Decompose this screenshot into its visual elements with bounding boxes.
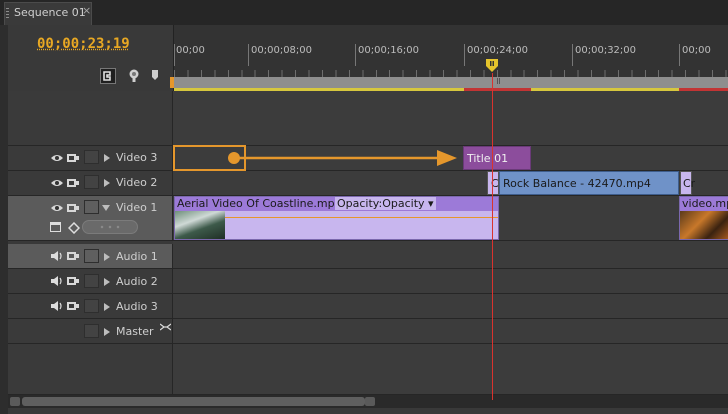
work-area-grip[interactable] — [497, 78, 500, 84]
expand-triangle-icon[interactable] — [104, 303, 110, 311]
track-name-audio-2: Audio 2 — [116, 275, 158, 288]
collapse-triangle-icon[interactable] — [102, 205, 110, 211]
eye-icon[interactable] — [50, 153, 64, 163]
clip-aerial-video[interactable]: Aerial Video Of Coastline.mp4 Opacity:Op… — [174, 196, 499, 240]
keyframe-navigator-dots — [98, 225, 122, 229]
scroll-handle-right[interactable] — [365, 397, 375, 406]
track-header-spacer — [8, 91, 173, 146]
track-lock-toggle[interactable] — [84, 324, 99, 338]
film-sync-icon[interactable] — [67, 301, 79, 311]
lane-audio-1[interactable] — [173, 244, 728, 269]
clip-transition-edge[interactable]: Cr — [680, 171, 696, 195]
ruler-tick — [572, 44, 573, 66]
film-sync-icon[interactable] — [67, 178, 79, 188]
scroll-handle-left[interactable] — [10, 397, 20, 406]
lane-audio-2[interactable] — [173, 269, 728, 294]
close-icon[interactable]: × — [82, 4, 91, 17]
expand-triangle-icon[interactable] — [104, 278, 110, 286]
speaker-icon[interactable] — [50, 275, 64, 287]
clip-title-01[interactable]: Title 01 — [463, 146, 531, 170]
track-lock-toggle[interactable] — [84, 299, 99, 313]
lane-master[interactable] — [173, 319, 728, 344]
expand-triangle-icon[interactable] — [104, 154, 110, 162]
snap-button[interactable] — [100, 68, 116, 84]
speaker-icon[interactable] — [50, 250, 64, 262]
ruler-label: 00;00 — [682, 45, 711, 56]
ruler-minor-ticks — [174, 70, 728, 77]
track-lock-toggle[interactable] — [84, 249, 99, 263]
track-lock-toggle[interactable] — [84, 175, 99, 189]
film-sync-icon[interactable] — [67, 203, 79, 213]
lane-audio-3[interactable] — [173, 294, 728, 319]
clip-label: Aerial Video Of Coastline.mp4 — [177, 197, 342, 210]
expand-triangle-icon[interactable] — [104, 328, 110, 336]
lane-empty — [173, 344, 728, 395]
track-header-empty — [8, 344, 173, 395]
ruler-tick — [355, 44, 356, 66]
ruler-tick — [174, 44, 175, 66]
track-name-audio-3: Audio 3 — [116, 300, 158, 313]
ruler-tick — [248, 44, 249, 66]
track-name-video-1: Video 1 — [116, 201, 158, 214]
clip-rock-balance[interactable]: Rock Balance - 42470.mp4 — [499, 171, 679, 195]
clip-transition-edge[interactable]: C — [487, 171, 499, 195]
film-sync-icon[interactable] — [67, 153, 79, 163]
work-area-bar[interactable] — [174, 77, 728, 88]
tab-grip-icon[interactable] — [6, 8, 9, 18]
eye-icon[interactable] — [50, 178, 64, 188]
film-sync-icon[interactable] — [67, 251, 79, 261]
snap-icon — [103, 71, 111, 81]
display-style-icon[interactable] — [50, 222, 61, 232]
playhead-handle-icon[interactable] — [485, 59, 499, 73]
marker-icon — [129, 69, 139, 82]
expand-triangle-icon[interactable] — [104, 253, 110, 261]
ruler-label: 00;00;08;00 — [251, 45, 313, 56]
keyframe-icon — [152, 70, 158, 80]
opacity-dropdown[interactable]: Opacity:Opacity ▾ — [335, 197, 436, 210]
ruler-tick — [464, 44, 465, 66]
speaker-icon[interactable] — [50, 300, 64, 312]
clip-label: Title 01 — [467, 152, 509, 165]
lane-spacer — [173, 91, 728, 146]
current-timecode[interactable]: 00;00;23;19 — [37, 36, 130, 52]
track-lock-toggle[interactable] — [84, 150, 99, 164]
tab-sequence-01[interactable]: Sequence 01 × — [4, 2, 92, 25]
tab-title: Sequence 01 — [14, 6, 86, 19]
panel-left-edge — [0, 25, 8, 414]
keyframe-button[interactable] — [150, 68, 166, 84]
track-name-master: Master — [116, 325, 154, 338]
track-name-audio-1: Audio 1 — [116, 250, 158, 263]
scrollbar-thumb[interactable] — [22, 397, 365, 406]
expand-triangle-icon[interactable] — [104, 179, 110, 187]
clip-label: video.mp — [682, 197, 728, 210]
clip-thumbnail — [680, 211, 728, 239]
annotation-arrow — [228, 150, 457, 166]
ruler-label: 00;00 — [176, 45, 205, 56]
track-lock-toggle[interactable] — [84, 200, 99, 214]
film-sync-icon[interactable] — [67, 276, 79, 286]
clip-label: Cr — [683, 177, 696, 190]
keyframe-toggle-icon[interactable] — [68, 222, 80, 234]
tab-bar — [0, 0, 728, 25]
eye-icon[interactable] — [50, 203, 64, 213]
master-output-icon — [160, 323, 171, 331]
set-marker-button[interactable] — [126, 68, 142, 84]
ruler-tick — [679, 44, 680, 66]
clip-video[interactable]: video.mp — [679, 196, 728, 240]
clip-thumbnail — [175, 211, 225, 239]
track-name-video-3: Video 3 — [116, 151, 158, 164]
clip-label: Rock Balance - 42470.mp4 — [503, 177, 651, 190]
ruler-label: 00;00;32;00 — [575, 45, 637, 56]
track-name-video-2: Video 2 — [116, 176, 158, 189]
ruler-label: 00;00;16;00 — [358, 45, 420, 56]
track-lock-toggle[interactable] — [84, 274, 99, 288]
playhead-line[interactable] — [492, 73, 493, 400]
ruler-label: 00;00;24;00 — [467, 45, 529, 56]
work-area-start-handle[interactable] — [170, 77, 174, 88]
